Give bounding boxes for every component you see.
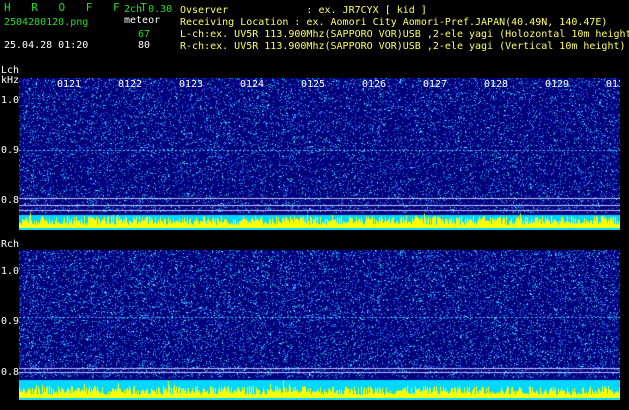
time-tick-0129: 0129 — [545, 79, 570, 90]
time-tick-0121: 0121 — [57, 79, 82, 90]
lch-tick-0.8: 0.8 — [1, 195, 20, 206]
time-tick-0123: 0123 — [179, 79, 204, 90]
lch-tick-1.0: 1.0 — [1, 95, 20, 106]
time-tick-0125: 0125 — [301, 79, 326, 90]
rch-count: 80 — [138, 40, 151, 51]
lch-unit-label: kHz — [1, 75, 20, 86]
observer-line: Ovserver : ex. JR7CYX [ kid ] — [180, 5, 427, 16]
rch-spectrogram — [19, 250, 620, 400]
rch-tick-1.0: 1.0 — [1, 266, 20, 277]
lch-tick-0.9: 0.9 — [1, 145, 20, 156]
event-type-label: meteor — [124, 15, 161, 26]
lch-receiver-line: L-ch:ex. UV5R 113.900Mhz(SAPPORO VOR)USB… — [180, 29, 629, 40]
time-tick-0124: 0124 — [240, 79, 265, 90]
rch-tick-0.8: 0.8 — [1, 367, 20, 378]
lch-spectrogram: 0121 0122 0123 0124 0125 0126 0127 0128 0129 0130 — [19, 78, 620, 230]
time-tick-0126: 0126 — [362, 79, 387, 90]
time-tick-0128: 0128 — [484, 79, 509, 90]
rch-label: Rch — [1, 239, 20, 250]
location-line: Receiving Location : ex. Aomori City Aom… — [180, 17, 608, 28]
rch-tick-0.9: 0.9 — [1, 316, 20, 327]
file-name: 2504280120.png — [4, 17, 89, 28]
time-tick-0127: 0127 — [423, 79, 448, 90]
time-tick-0122: 0122 — [118, 79, 143, 90]
rch-receiver-line: R-ch:ex. UV5R 113.900Mhz(SAPPORO VOR)USB… — [180, 41, 626, 52]
file-datetime: 25.04.28 01:20 — [4, 40, 89, 51]
time-tick-0130: 0130 — [606, 79, 620, 90]
